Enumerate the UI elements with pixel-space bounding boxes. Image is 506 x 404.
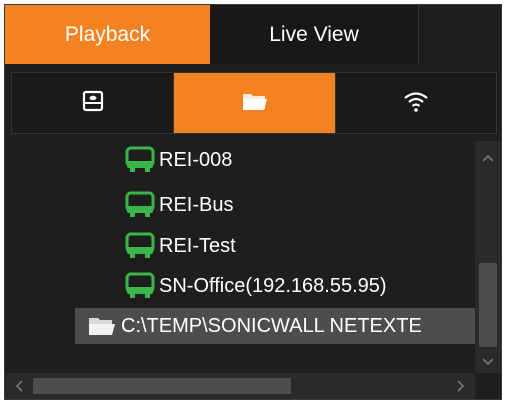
vehicle-tree: REI-008 REI-Bus REI-Test SN-Office(192.1… [5, 141, 475, 373]
bus-icon [123, 231, 157, 261]
tree-item-sn-office[interactable]: SN-Office(192.168.55.95) [123, 269, 387, 303]
scroll-down-arrow-icon[interactable] [475, 351, 501, 373]
horizontal-scrollbar[interactable] [5, 373, 475, 399]
wireless-source-button[interactable] [336, 73, 496, 133]
scroll-up-arrow-icon[interactable] [475, 147, 501, 169]
horizontal-scroll-thumb[interactable] [33, 378, 291, 394]
tree-item-rei-008[interactable]: REI-008 [123, 143, 232, 177]
tree-item-label: SN-Office(192.168.55.95) [159, 274, 387, 297]
playback-panel: Playback Live View REI-008 REI-Bus REI-T… [4, 4, 502, 400]
folder-icon [241, 89, 269, 118]
tree-item-label: C:\TEMP\SONICWALL NETEXTE [121, 314, 422, 337]
tab-live-view-label: Live View [269, 22, 359, 46]
vertical-scrollbar[interactable] [475, 141, 501, 373]
folder-source-button[interactable] [174, 73, 335, 133]
tab-bar: Playback Live View [5, 5, 501, 66]
bus-icon [123, 145, 157, 175]
tree-item-temp-folder[interactable]: C:\TEMP\SONICWALL NETEXTE [75, 308, 475, 344]
tab-playback-label: Playback [64, 22, 151, 46]
scroll-left-arrow-icon[interactable] [7, 373, 31, 399]
tab-strip-filler [419, 5, 501, 64]
tree-item-label: REI-Test [159, 234, 236, 257]
tab-playback[interactable]: Playback [5, 5, 210, 64]
tree-item-rei-bus[interactable]: REI-Bus [123, 188, 233, 222]
tree-item-rei-test[interactable]: REI-Test [123, 229, 236, 263]
vertical-scroll-thumb[interactable] [479, 263, 497, 347]
source-selector [11, 72, 497, 134]
wifi-icon [402, 89, 430, 118]
tree-item-label: REI-Bus [159, 193, 234, 216]
scroll-right-arrow-icon[interactable] [449, 373, 473, 399]
folder-icon [85, 311, 119, 341]
bus-icon [123, 190, 157, 220]
drive-icon [81, 89, 105, 118]
local-drive-button[interactable] [12, 73, 173, 133]
tab-live-view[interactable]: Live View [210, 5, 419, 64]
bus-icon [123, 271, 157, 301]
tree-item-label: REI-008 [159, 148, 233, 171]
scrollbar-corner [475, 373, 501, 399]
